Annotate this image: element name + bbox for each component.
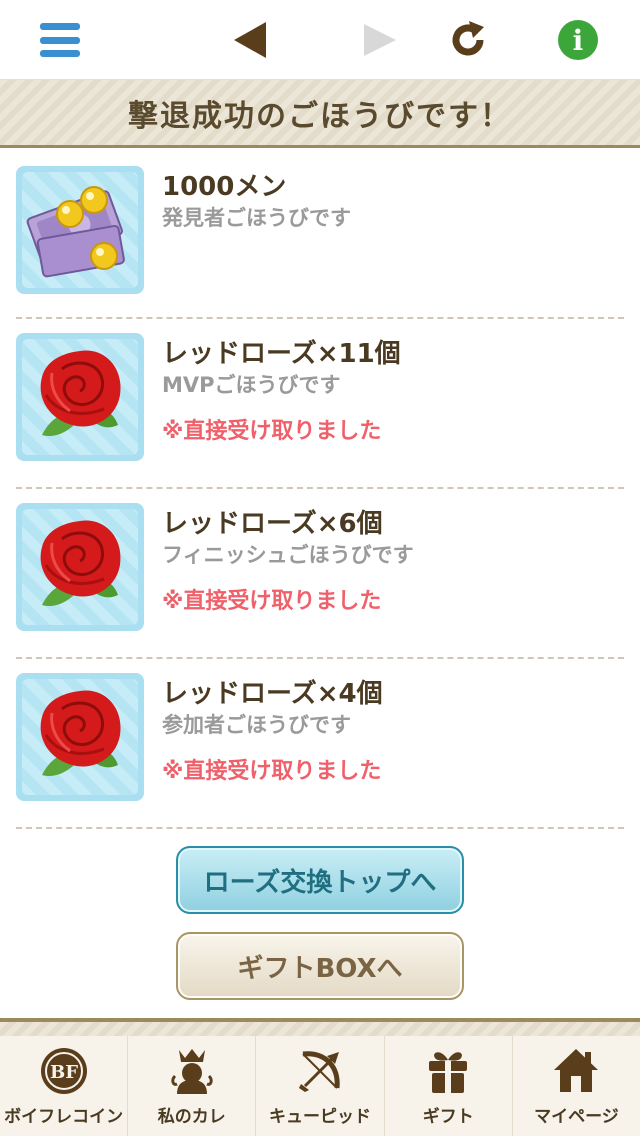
reward-description: 参加者ごほうびです [162, 713, 351, 737]
top-toolbar: i [0, 0, 640, 80]
reward-description: 発見者ごほうびです [162, 206, 351, 230]
gift-box-button[interactable]: ギフトBOXへ [176, 932, 464, 1000]
money-coins-icon [26, 186, 125, 278]
reward-name: レッドローズ×6個 [162, 509, 383, 539]
reload-icon [452, 21, 484, 56]
bottom-pattern-strip [0, 1022, 640, 1036]
info-icon: i [558, 20, 598, 60]
nav-item-boyfriend-coin[interactable]: BF ボイフレコイン [0, 1036, 127, 1136]
reward-item: レッドローズ×6個 フィニッシュごほうびです ※直接受け取りました [16, 489, 624, 659]
reward-page: i 撃退成功のごほうびです！ 1000メン 発見者ごほうびです レッドローズ×1… [0, 0, 640, 1136]
reward-thumbnail [16, 333, 144, 461]
nav-label: ボイフレコイン [4, 1107, 124, 1127]
reward-status: ※直接受け取りました [162, 589, 382, 614]
nav-label: 私のカレ [157, 1107, 226, 1127]
nav-label: マイページ [534, 1107, 619, 1127]
home-icon [554, 1049, 599, 1092]
red-rose-icon [40, 520, 121, 607]
title-banner: 撃退成功のごほうびです！ [0, 80, 640, 148]
red-rose-icon [40, 690, 121, 777]
reward-name: レッドローズ×4個 [162, 679, 383, 709]
reward-thumbnail [16, 503, 144, 631]
bf-coin-icon: BF [40, 1048, 87, 1094]
reward-thumbnail [16, 673, 144, 801]
back-arrow-icon [234, 22, 266, 58]
red-rose-icon [40, 350, 121, 437]
crowned-boyfriend-icon [171, 1049, 213, 1094]
bottom-nav: BF ボイフレコイン 私のカレ キューピッド ギフト マイページ [0, 1036, 640, 1136]
reward-description: フィニッシュごほうびです [162, 543, 414, 567]
reward-thumbnail [16, 166, 144, 294]
bf-coin-glyph: BF [50, 1062, 78, 1083]
nav-item-my-page[interactable]: マイページ [511, 1036, 640, 1136]
nav-item-my-boyfriend[interactable]: 私のカレ [127, 1036, 255, 1136]
reward-list: 1000メン 発見者ごほうびです レッドローズ×11個 MVPごほうびです ※直… [0, 152, 640, 829]
back-button[interactable] [222, 0, 278, 80]
reload-button[interactable] [440, 0, 496, 80]
nav-item-gift[interactable]: ギフト [383, 1036, 512, 1136]
gift-box-icon [429, 1052, 468, 1093]
reward-item: レッドローズ×11個 MVPごほうびです ※直接受け取りました [16, 319, 624, 489]
info-button[interactable]: i [550, 0, 606, 80]
nav-label: キューピッド [269, 1107, 371, 1127]
page-title: 撃退成功のごほうびです！ [128, 98, 512, 134]
reward-name: 1000メン [162, 172, 287, 202]
cupid-bow-icon [299, 1051, 340, 1092]
menu-button[interactable] [30, 0, 90, 80]
nav-label: ギフト [422, 1107, 474, 1127]
reward-item: 1000メン 発見者ごほうびです [16, 152, 624, 319]
forward-arrow-icon [364, 24, 396, 56]
reward-status: ※直接受け取りました [162, 759, 382, 784]
reward-description: MVPごほうびです [162, 373, 341, 397]
nav-item-cupid[interactable]: キューピッド [255, 1036, 383, 1136]
hamburger-menu-icon [40, 23, 80, 57]
reward-item: レッドローズ×4個 参加者ごほうびです ※直接受け取りました [16, 659, 624, 829]
reward-name: レッドローズ×11個 [162, 339, 401, 369]
reward-status: ※直接受け取りました [162, 419, 382, 444]
forward-button[interactable] [352, 0, 408, 80]
rose-exchange-button[interactable]: ローズ交換トップへ [176, 846, 464, 914]
